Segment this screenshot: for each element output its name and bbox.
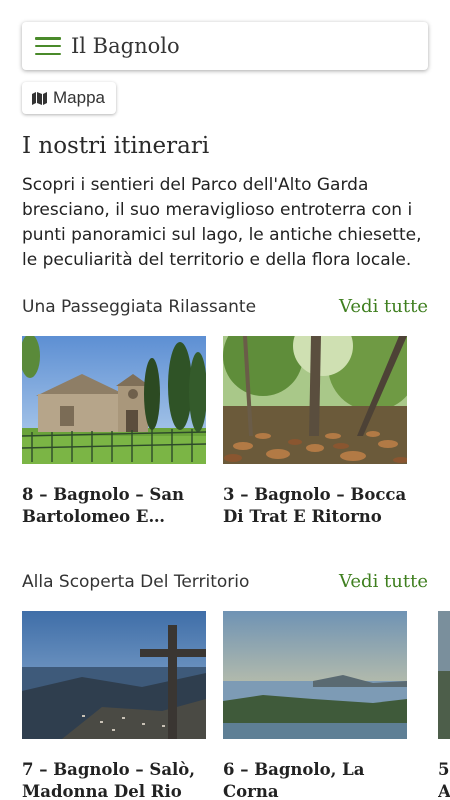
itinerary-card[interactable]: 8 – Bagnolo – San Bartolomeo E… — [22, 336, 206, 528]
intro-text: Scopri i sentieri del Parco dell'Alto Ga… — [22, 175, 422, 270]
section-header-discover-territory: Alla Scoperta Del Territorio Vedi tutte — [22, 571, 428, 592]
section-title: Alla Scoperta Del Territorio — [22, 572, 250, 592]
app-header-bar: Il Bagnolo — [22, 22, 428, 70]
itinerary-card[interactable]: 6 – Bagnolo, La Corna E Ritorno. — [223, 611, 407, 800]
page-heading: I nostri itinerari — [22, 133, 210, 159]
map-button[interactable]: Mappa — [22, 82, 116, 114]
itinerary-image-forest — [223, 336, 407, 464]
map-button-label: Mappa — [53, 88, 105, 107]
itinerary-image-church — [22, 336, 206, 464]
app-title: Il Bagnolo — [71, 34, 180, 58]
itinerary-image-partial — [438, 611, 450, 739]
itinerary-title: 6 – Bagnolo, La Corna E Ritorno. — [223, 760, 365, 800]
itinerary-image-lake-view — [223, 611, 407, 739]
itinerary-title: 3 – Bagnolo – Bocca Di Trat E Ritorno — [223, 485, 407, 526]
itinerary-title: 8 – Bagnolo – San Bartolomeo E… — [22, 485, 185, 526]
see-all-link[interactable]: Vedi tutte — [339, 571, 428, 592]
hamburger-menu-icon[interactable] — [35, 37, 61, 55]
itinerary-title: 5 A — [438, 760, 450, 800]
section-title: Una Passeggiata Rilassante — [22, 297, 257, 317]
map-icon — [32, 91, 47, 105]
itinerary-title: 7 – Bagnolo – Salò, Madonna Del Rio E… — [22, 760, 196, 800]
itinerary-card[interactable]: 3 – Bagnolo – Bocca Di Trat E Ritorno — [223, 336, 407, 528]
itinerary-card[interactable]: 5 A — [438, 611, 450, 800]
itinerary-card[interactable]: 7 – Bagnolo – Salò, Madonna Del Rio E… — [22, 611, 206, 800]
section-header-relaxing-walk: Una Passeggiata Rilassante Vedi tutte — [22, 296, 428, 317]
itinerary-image-cross-lake — [22, 611, 206, 739]
see-all-link[interactable]: Vedi tutte — [339, 296, 428, 317]
